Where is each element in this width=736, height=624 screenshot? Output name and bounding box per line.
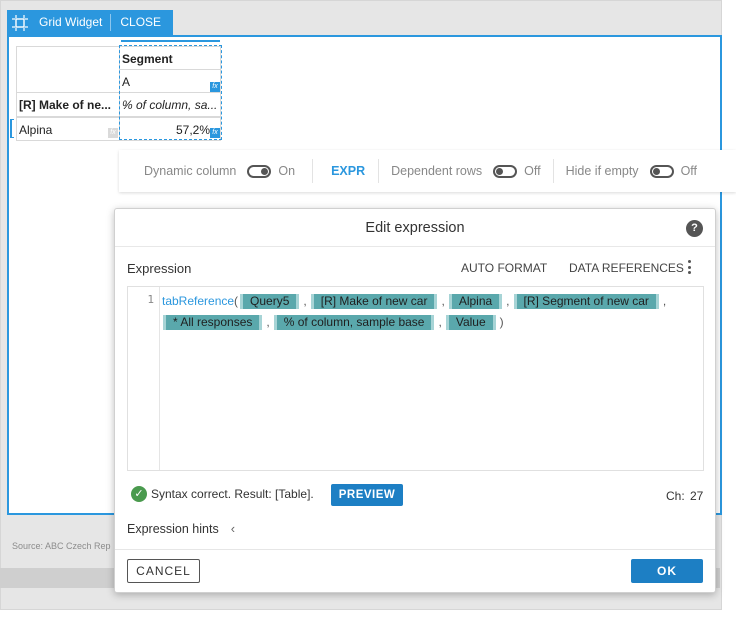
selected-row-marker [10,119,14,138]
dynamic-column-toggle[interactable] [247,164,272,178]
dependent-rows-label: Dependent rows [391,164,483,178]
close-button[interactable]: CLOSE [111,10,173,35]
selected-column-marker [121,40,220,42]
widget-header: Grid Widget CLOSE [7,10,174,35]
token-alpina[interactable]: Alpina [448,294,503,309]
toolbar-divider [552,159,554,183]
toolbar-divider [378,159,380,183]
check-icon: ✓ [131,486,147,502]
hide-if-empty-toggle[interactable] [649,164,674,178]
chevron-left-icon: ‹ [230,521,236,536]
source-note: Source: ABC Czech Rep [12,541,111,551]
row-header-make[interactable]: [R] Make of ne... [16,92,120,117]
function-name: tabReference [162,294,235,308]
formula-icon-row: fx [108,128,118,138]
line-number: 1 [128,287,160,470]
data-references-button[interactable]: DATA REFERENCES [569,261,684,275]
token-segment[interactable]: [R] Segment of new car [513,294,659,309]
character-count-label: Ch: [666,489,685,503]
expression-hints-toggle[interactable]: Expression hints ‹ [127,521,235,536]
hide-if-empty-state: Off [680,164,698,178]
selected-column-outline [119,45,222,140]
status-text: Syntax correct. Result: [Table]. [151,487,314,501]
token-query[interactable]: Query5 [240,294,300,309]
widget-title: Grid Widget [33,14,112,31]
auto-format-button[interactable]: AUTO FORMAT [461,261,547,275]
row-label-alpina[interactable]: Alpina [16,117,120,141]
ok-button[interactable]: OK [631,559,703,583]
grid-corner-cell [16,46,120,93]
dynamic-column-state: On [278,164,296,178]
cancel-button[interactable]: CANCEL [127,559,200,583]
help-icon[interactable]: ? [686,220,703,237]
grid-widget-icon [7,10,33,35]
expression-label: Expression [127,261,192,276]
syntax-status: ✓ Syntax correct. Result: [Table]. [131,486,314,502]
dialog-title: Edit expression [115,209,715,247]
toolbar-divider [312,159,314,183]
character-count-value: 27 [690,489,704,503]
more-options-icon[interactable] [686,258,692,276]
expression-editor[interactable]: 1 tabReference(Query5, [R] Make of new ca… [127,286,704,471]
dependent-rows-state: Off [524,164,541,178]
dependent-rows-toggle[interactable] [493,164,518,178]
expression-hints-label: Expression hints [127,521,219,536]
hide-if-empty-label: Hide if empty [565,164,639,178]
token-value[interactable]: Value [445,315,496,330]
dialog-footer-divider [115,549,715,550]
expression-code[interactable]: tabReference(Query5, [R] Make of new car,… [162,291,702,333]
token-all-responses[interactable]: * All responses [163,315,263,330]
token-make[interactable]: [R] Make of new car [310,294,438,309]
column-properties-toolbar: Dynamic column On EXPR Dependent rows Of… [119,150,736,192]
token-measure[interactable]: % of column, sample base [273,315,435,330]
preview-button[interactable]: PREVIEW [331,484,403,506]
edit-expression-dialog: Edit expression ? Expression AUTO FORMAT… [114,208,716,593]
dynamic-column-label: Dynamic column [144,164,237,178]
expr-button[interactable]: EXPR [331,164,365,178]
